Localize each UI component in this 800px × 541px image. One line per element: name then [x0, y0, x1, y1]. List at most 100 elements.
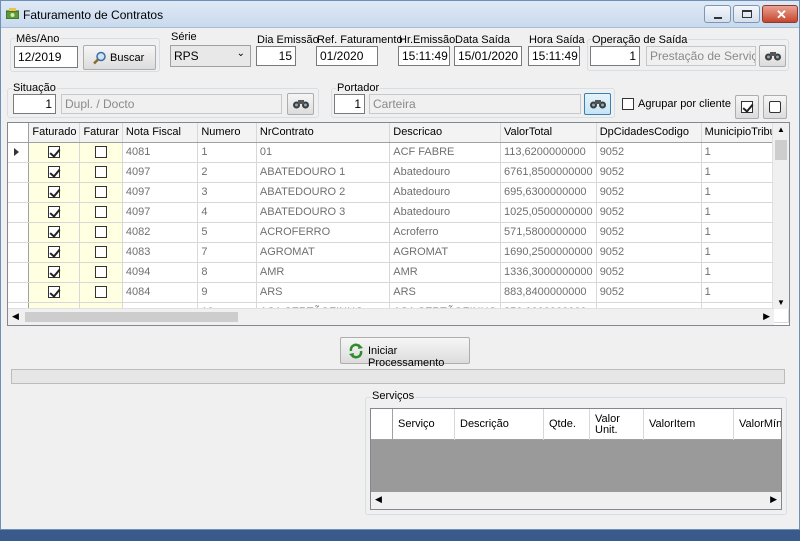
faturar-checkbox[interactable]	[95, 166, 108, 179]
data-saida-field[interactable]: 15/01/2020	[454, 46, 522, 66]
nrcontrato-cell[interactable]: ABATEDOURO 3	[256, 202, 391, 223]
table-row[interactable]: 4081 1 01 ACF FABRE 113,6200000000 9052 1	[8, 142, 789, 163]
faturado-cell[interactable]	[28, 242, 81, 263]
table-row[interactable]: 4082 5 ACROFERRO Acroferro 571,5800000000 905…	[8, 222, 789, 243]
nrcontrato-cell[interactable]: ABATEDOURO 1	[256, 162, 391, 183]
grid-horizontal-scrollbar[interactable]: ◀ ▶	[8, 308, 774, 325]
table-row[interactable]: 4097 3 ABATEDOURO 2 Abatedouro 695,630000000…	[8, 182, 789, 203]
nota-fiscal-cell[interactable]: 4082	[122, 222, 199, 243]
dpcidadescodigo-cell[interactable]: 9052	[596, 242, 702, 263]
numero-cell[interactable]: 5	[197, 222, 257, 243]
faturado-checkbox[interactable]	[48, 226, 61, 239]
faturado-cell[interactable]	[28, 202, 81, 223]
dia-emissao-field[interactable]: 15	[256, 46, 296, 66]
row-selector[interactable]	[8, 262, 30, 283]
nrcontrato-cell[interactable]: AMR	[256, 262, 391, 283]
check-all-button[interactable]	[735, 95, 759, 119]
faturar-cell[interactable]	[79, 222, 123, 243]
col-numero[interactable]: Numero	[197, 123, 257, 143]
numero-cell[interactable]: 1	[197, 142, 257, 163]
servicos-col-valor-unit[interactable]: Valor Unit.	[590, 409, 644, 440]
minimize-button[interactable]	[704, 5, 731, 23]
vertical-scroll-thumb[interactable]	[775, 140, 787, 160]
dpcidadescodigo-cell[interactable]: 9052	[596, 282, 702, 303]
nrcontrato-cell[interactable]: ACROFERRO	[256, 222, 391, 243]
nota-fiscal-cell[interactable]: 4084	[122, 282, 199, 303]
col-faturado[interactable]: Faturado	[28, 123, 81, 143]
row-selector[interactable]	[8, 222, 30, 243]
faturar-checkbox[interactable]	[95, 266, 108, 279]
valortotal-cell[interactable]: 571,5800000000	[500, 222, 597, 243]
nrcontrato-cell[interactable]: ARS	[256, 282, 391, 303]
numero-cell[interactable]: 9	[197, 282, 257, 303]
nrcontrato-cell[interactable]: 01	[256, 142, 391, 163]
close-button[interactable]: ✕	[762, 5, 798, 23]
table-row[interactable]: 4097 4 ABATEDOURO 3 Abatedouro 1025,05000000…	[8, 202, 789, 223]
dpcidadescodigo-cell[interactable]: 9052	[596, 202, 702, 223]
col-dpcidadescodigo[interactable]: DpCidadesCodigo	[596, 123, 702, 143]
nota-fiscal-cell[interactable]: 4097	[122, 162, 199, 183]
agrupar-checkbox[interactable]	[622, 98, 634, 110]
descricao-cell[interactable]: ARS	[389, 282, 501, 303]
row-selector[interactable]	[8, 182, 30, 203]
faturado-checkbox[interactable]	[48, 246, 61, 259]
descricao-cell[interactable]: Abatedouro	[389, 182, 501, 203]
faturar-cell[interactable]	[79, 282, 123, 303]
faturar-cell[interactable]	[79, 202, 123, 223]
faturar-checkbox[interactable]	[95, 226, 108, 239]
table-row[interactable]: 4097 2 ABATEDOURO 1 Abatedouro 6761,85000000…	[8, 162, 789, 183]
portador-code-field[interactable]: 1	[334, 94, 365, 114]
servicos-col-descricao[interactable]: Descrição	[455, 409, 544, 440]
descricao-cell[interactable]: AMR	[389, 262, 501, 283]
descricao-cell[interactable]: Abatedouro	[389, 202, 501, 223]
title-bar[interactable]: Faturamento de Contratos ✕	[1, 1, 799, 28]
faturar-checkbox[interactable]	[95, 246, 108, 259]
descricao-cell[interactable]: Acroferro	[389, 222, 501, 243]
dpcidadescodigo-cell[interactable]: 9052	[596, 182, 702, 203]
faturado-checkbox[interactable]	[48, 186, 61, 199]
operacao-lookup-button[interactable]	[759, 45, 786, 67]
col-faturar[interactable]: Faturar	[79, 123, 123, 143]
nota-fiscal-cell[interactable]: 4083	[122, 242, 199, 263]
servicos-col-qtde[interactable]: Qtde.	[544, 409, 590, 440]
dpcidadescodigo-cell[interactable]: 9052	[596, 142, 702, 163]
faturado-checkbox[interactable]	[48, 206, 61, 219]
numero-cell[interactable]: 8	[197, 262, 257, 283]
faturado-checkbox[interactable]	[48, 166, 61, 179]
numero-cell[interactable]: 2	[197, 162, 257, 183]
faturado-checkbox[interactable]	[48, 146, 61, 159]
row-selector[interactable]	[8, 162, 30, 183]
row-selector[interactable]	[8, 282, 30, 303]
nrcontrato-cell[interactable]: AGROMAT	[256, 242, 391, 263]
row-selector[interactable]	[8, 202, 30, 223]
faturado-cell[interactable]	[28, 282, 81, 303]
col-nrcontrato[interactable]: NrContrato	[256, 123, 391, 143]
table-row[interactable]: 4084 9 ARS ARS 883,8400000000 9052 1	[8, 282, 789, 303]
faturar-checkbox[interactable]	[95, 146, 108, 159]
servicos-col-valormini[interactable]: ValorMíni	[734, 409, 781, 440]
table-row[interactable]: 4094 8 AMR AMR 1336,3000000000 9052 1	[8, 262, 789, 283]
faturar-cell[interactable]	[79, 262, 123, 283]
grid-vertical-scrollbar[interactable]: ▲ ▼	[772, 123, 789, 309]
serie-select[interactable]: RPS ⌄	[170, 45, 251, 67]
numero-cell[interactable]: 7	[197, 242, 257, 263]
descricao-cell[interactable]: ACF FABRE	[389, 142, 501, 163]
valortotal-cell[interactable]: 883,8400000000	[500, 282, 597, 303]
servicos-col-servico[interactable]: Serviço	[393, 409, 455, 440]
numero-cell[interactable]: 4	[197, 202, 257, 223]
nota-fiscal-cell[interactable]: 4081	[122, 142, 199, 163]
table-row[interactable]: 4083 7 AGROMAT AGROMAT 1690,2500000000 9052 1	[8, 242, 789, 263]
faturado-checkbox[interactable]	[48, 266, 61, 279]
faturar-checkbox[interactable]	[95, 206, 108, 219]
row-selector[interactable]	[8, 242, 30, 263]
faturado-cell[interactable]	[28, 142, 81, 163]
row-selector[interactable]	[8, 142, 30, 163]
servicos-horizontal-scrollbar[interactable]: ◀ ▶	[371, 492, 781, 509]
valortotal-cell[interactable]: 1690,2500000000	[500, 242, 597, 263]
maximize-button[interactable]	[733, 5, 760, 23]
contracts-grid[interactable]: Faturado Faturar Nota Fiscal Numero NrCo…	[7, 122, 790, 326]
faturar-cell[interactable]	[79, 242, 123, 263]
faturar-cell[interactable]	[79, 162, 123, 183]
faturar-checkbox[interactable]	[95, 286, 108, 299]
descricao-cell[interactable]: Abatedouro	[389, 162, 501, 183]
